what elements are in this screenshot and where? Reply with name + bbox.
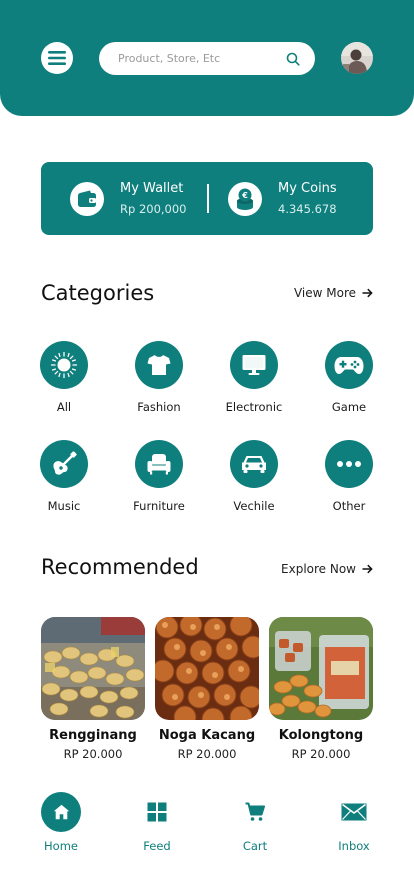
nav-home[interactable]: Home	[21, 792, 101, 853]
more-dots-icon	[325, 440, 373, 488]
category-game[interactable]: Game	[301, 341, 397, 414]
gamepad-icon	[325, 341, 373, 389]
car-icon	[230, 440, 278, 488]
search-bar[interactable]	[99, 42, 315, 75]
view-more-label: View More	[293, 286, 356, 300]
category-label: All	[56, 400, 72, 414]
coins-amount: 4.345.678	[278, 201, 337, 216]
my-coins[interactable]: € My Coins 4.345.678	[228, 162, 337, 235]
grid-icon	[137, 792, 177, 832]
guitar-icon	[40, 440, 88, 488]
search-input[interactable]	[118, 52, 285, 65]
product-name: Kolongtong	[278, 728, 364, 743]
category-all[interactable]: All	[16, 341, 112, 414]
app-header	[0, 0, 414, 116]
armchair-icon	[135, 440, 183, 488]
nav-label: Inbox	[338, 839, 370, 853]
category-label: Other	[332, 499, 366, 513]
product-image[interactable]	[155, 617, 259, 720]
product-card[interactable]: Kolongtong RP 20.000	[269, 617, 373, 761]
cart-icon	[235, 792, 275, 832]
product-name: Noga Kacang	[158, 728, 256, 743]
category-electronic[interactable]: Electronic	[206, 341, 302, 414]
user-avatar[interactable]	[341, 42, 373, 74]
product-price: RP 20.000	[291, 747, 351, 761]
arrow-right-icon	[362, 564, 373, 574]
product-image[interactable]	[269, 617, 373, 720]
product-image[interactable]	[41, 617, 145, 720]
arrow-right-icon	[362, 288, 373, 298]
nav-label: Feed	[143, 839, 171, 853]
view-more-link[interactable]: View More	[294, 286, 373, 300]
nav-label: Cart	[242, 839, 268, 853]
coins-icon: €	[228, 181, 262, 216]
search-icon[interactable]	[285, 51, 301, 67]
category-label: Game	[331, 400, 367, 414]
nav-inbox[interactable]: Inbox	[314, 792, 394, 853]
card-divider	[207, 184, 209, 213]
explore-now-label: Explore Now	[281, 562, 356, 576]
coins-title: My Coins	[278, 180, 337, 196]
menu-button[interactable]	[41, 42, 73, 74]
product-name: Rengginang	[49, 728, 137, 743]
nav-feed[interactable]: Feed	[117, 792, 197, 853]
mail-icon	[334, 792, 374, 832]
explore-now-link[interactable]: Explore Now	[281, 562, 373, 576]
tshirt-icon	[135, 341, 183, 389]
svg-text:€: €	[241, 191, 248, 200]
category-label: Fashion	[137, 400, 181, 414]
product-price: RP 20.000	[177, 747, 237, 761]
recommended-title: Recommended	[41, 555, 199, 579]
product-price: RP 20.000	[63, 747, 123, 761]
category-other[interactable]: Other	[301, 440, 397, 513]
wallet-title: My Wallet	[120, 180, 184, 196]
category-label: Furniture	[133, 499, 185, 513]
nav-label: Home	[44, 839, 78, 853]
wallet-icon	[70, 181, 104, 216]
monitor-icon	[230, 341, 278, 389]
categories-title: Categories	[41, 281, 155, 305]
nav-cart[interactable]: Cart	[215, 792, 295, 853]
category-fashion[interactable]: Fashion	[111, 341, 207, 414]
wallet-coins-card: My Wallet Rp 200,000 € My Coins 4.345.67…	[41, 162, 373, 235]
sun-icon	[40, 341, 88, 389]
my-wallet[interactable]: My Wallet Rp 200,000	[70, 162, 187, 235]
product-card[interactable]: Noga Kacang RP 20.000	[155, 617, 259, 761]
category-label: Vechile	[233, 499, 275, 513]
category-music[interactable]: Music	[16, 440, 112, 513]
hamburger-menu-icon	[48, 51, 66, 65]
category-furniture[interactable]: Furniture	[111, 440, 207, 513]
category-label: Music	[47, 499, 81, 513]
category-label: Electronic	[225, 400, 283, 414]
wallet-amount: Rp 200,000	[120, 201, 187, 216]
category-vechile[interactable]: Vechile	[206, 440, 302, 513]
product-card[interactable]: Rengginang RP 20.000	[41, 617, 145, 761]
home-icon	[41, 792, 81, 832]
